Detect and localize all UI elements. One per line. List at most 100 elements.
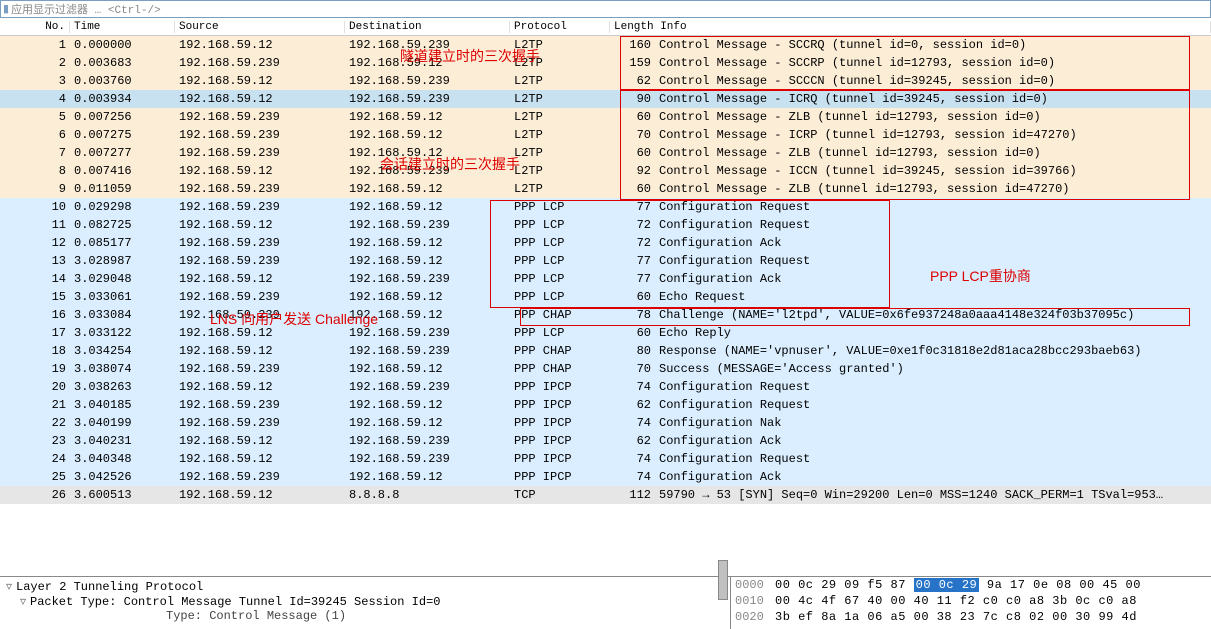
cell-protocol: TCP [510,488,610,502]
header-length-info[interactable]: Length Info [610,21,1211,33]
cell-source: 192.168.59.239 [175,470,345,484]
hex-row[interactable]: 0010 00 4c 4f 67 40 00 40 11 f2 c0 c0 a8… [731,593,1211,609]
details-scrollbar[interactable] [718,560,728,600]
table-row[interactable]: 163.033084192.168.59.239192.168.59.12PPP… [0,306,1211,324]
cell-protocol: PPP CHAP [510,344,610,358]
header-time[interactable]: Time [70,21,175,33]
header-source[interactable]: Source [175,21,345,33]
cell-protocol: PPP CHAP [510,362,610,376]
table-row[interactable]: 30.003760192.168.59.12192.168.59.239L2TP… [0,72,1211,90]
cell-destination: 192.168.59.12 [345,182,510,196]
cell-protocol: PPP IPCP [510,434,610,448]
cell-no: 7 [0,146,70,160]
cell-time: 3.028987 [70,254,175,268]
expand-icon[interactable]: ▿ [6,579,16,594]
table-row[interactable]: 60.007275192.168.59.239192.168.59.12L2TP… [0,126,1211,144]
cell-info: Configuration Request [655,200,1211,214]
cell-destination: 192.168.59.12 [345,308,510,322]
hex-row[interactable]: 0020 3b ef 8a 1a 06 a5 00 38 23 7c c8 02… [731,609,1211,625]
table-row[interactable]: 173.033122192.168.59.12192.168.59.239PPP… [0,324,1211,342]
cell-info: Control Message - ZLB (tunnel id=12793, … [655,110,1211,124]
table-row[interactable]: 153.033061192.168.59.239192.168.59.12PPP… [0,288,1211,306]
cell-destination: 192.168.59.12 [345,254,510,268]
cell-length: 74 [610,452,655,466]
table-row[interactable]: 40.003934192.168.59.12192.168.59.239L2TP… [0,90,1211,108]
cell-length: 60 [610,290,655,304]
cell-source: 192.168.59.12 [175,344,345,358]
table-row[interactable]: 110.082725192.168.59.12192.168.59.239PPP… [0,216,1211,234]
expand-icon[interactable]: ▿ [20,594,30,609]
cell-info: Echo Reply [655,326,1211,340]
table-row[interactable]: 243.040348192.168.59.12192.168.59.239PPP… [0,450,1211,468]
cell-time: 0.003683 [70,56,175,70]
table-row[interactable]: 213.040185192.168.59.239192.168.59.12PPP… [0,396,1211,414]
packet-list-header[interactable]: No. Time Source Destination Protocol Len… [0,18,1211,36]
cell-info: Configuration Nak [655,416,1211,430]
cell-time: 3.038074 [70,362,175,376]
table-row[interactable]: 120.085177192.168.59.239192.168.59.12PPP… [0,234,1211,252]
hex-offset: 0010 [735,594,775,608]
table-row[interactable]: 183.034254192.168.59.12192.168.59.239PPP… [0,342,1211,360]
cell-protocol: PPP IPCP [510,398,610,412]
cell-time: 3.042526 [70,470,175,484]
cell-time: 3.600513 [70,488,175,502]
cell-no: 12 [0,236,70,250]
cell-no: 15 [0,290,70,304]
cell-protocol: PPP IPCP [510,452,610,466]
table-row[interactable]: 90.011059192.168.59.239192.168.59.12L2TP… [0,180,1211,198]
packet-details-pane[interactable]: ▿Layer 2 Tunneling Protocol ▿Packet Type… [0,576,730,629]
cell-length: 80 [610,344,655,358]
table-row[interactable]: 10.000000192.168.59.12192.168.59.239L2TP… [0,36,1211,54]
table-row[interactable]: 133.028987192.168.59.239192.168.59.12PPP… [0,252,1211,270]
table-row[interactable]: 193.038074192.168.59.239192.168.59.12PPP… [0,360,1211,378]
cell-no: 18 [0,344,70,358]
cell-destination: 192.168.59.239 [345,344,510,358]
header-destination[interactable]: Destination [345,21,510,33]
cell-time: 3.033084 [70,308,175,322]
table-row[interactable]: 70.007277192.168.59.239192.168.59.12L2TP… [0,144,1211,162]
table-row[interactable]: 143.029048192.168.59.12192.168.59.239PPP… [0,270,1211,288]
cell-length: 60 [610,110,655,124]
cell-length: 160 [610,38,655,52]
table-row[interactable]: 223.040199192.168.59.239192.168.59.12PPP… [0,414,1211,432]
cell-time: 3.040231 [70,434,175,448]
display-filter-bar[interactable]: ▮ 应用显示过滤器 … <Ctrl-/> [0,0,1211,18]
hex-row[interactable]: 0000 00 0c 29 09 f5 87 00 0c 29 9a 17 0e… [731,577,1211,593]
cell-time: 0.007275 [70,128,175,142]
cell-no: 16 [0,308,70,322]
header-protocol[interactable]: Protocol [510,21,610,33]
cell-protocol: L2TP [510,128,610,142]
cell-destination: 192.168.59.239 [345,380,510,394]
cell-source: 192.168.59.12 [175,92,345,106]
cell-destination: 192.168.59.239 [345,326,510,340]
cell-info: Configuration Request [655,380,1211,394]
packet-bytes-pane[interactable]: 0000 00 0c 29 09 f5 87 00 0c 29 9a 17 0e… [730,576,1211,629]
cell-length: 72 [610,236,655,250]
cell-source: 192.168.59.239 [175,236,345,250]
cell-no: 2 [0,56,70,70]
table-row[interactable]: 50.007256192.168.59.239192.168.59.12L2TP… [0,108,1211,126]
table-row[interactable]: 20.003683192.168.59.239192.168.59.12L2TP… [0,54,1211,72]
cell-no: 4 [0,92,70,106]
table-row[interactable]: 100.029298192.168.59.239192.168.59.12PPP… [0,198,1211,216]
table-row[interactable]: 233.040231192.168.59.12192.168.59.239PPP… [0,432,1211,450]
cell-protocol: L2TP [510,110,610,124]
cell-time: 3.038263 [70,380,175,394]
cell-length: 77 [610,272,655,286]
cell-time: 0.007256 [70,110,175,124]
cell-source: 192.168.59.239 [175,110,345,124]
cell-length: 70 [610,128,655,142]
table-row[interactable]: 253.042526192.168.59.239192.168.59.12PPP… [0,468,1211,486]
table-row[interactable]: 203.038263192.168.59.12192.168.59.239PPP… [0,378,1211,396]
cell-destination: 192.168.59.12 [345,146,510,160]
table-row[interactable]: 80.007416192.168.59.12192.168.59.239L2TP… [0,162,1211,180]
header-no[interactable]: No. [0,21,70,33]
cell-info: Control Message - SCCRQ (tunnel id=0, se… [655,38,1211,52]
cell-no: 10 [0,200,70,214]
cell-no: 24 [0,452,70,466]
table-row[interactable]: 263.600513192.168.59.128.8.8.8TCP1125979… [0,486,1211,504]
packet-list[interactable]: 10.000000192.168.59.12192.168.59.239L2TP… [0,36,1211,576]
cell-source: 192.168.59.239 [175,56,345,70]
cell-length: 60 [610,326,655,340]
cell-info: Echo Request [655,290,1211,304]
